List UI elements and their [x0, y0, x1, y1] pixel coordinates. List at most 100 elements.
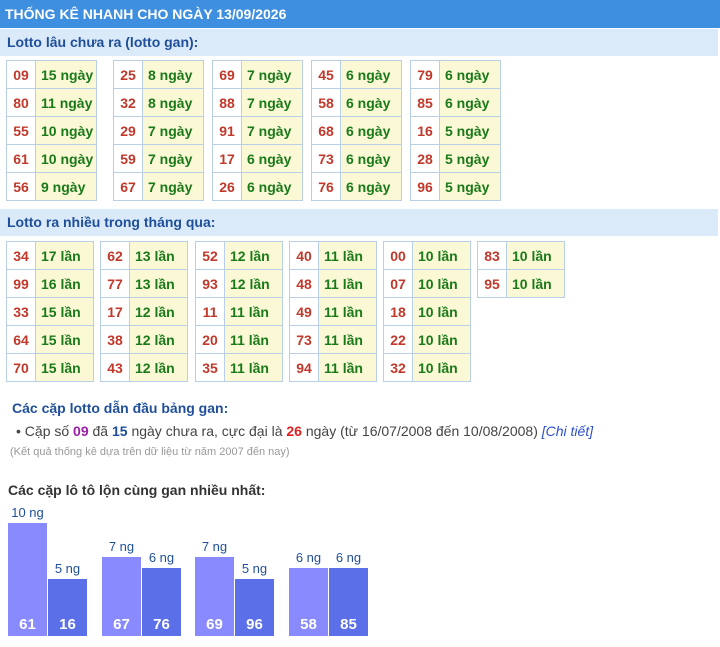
table-row: 32 10 lần	[383, 353, 471, 382]
lotto-count: 6 ngày	[340, 116, 402, 145]
detail-link[interactable]: [Chi tiết]	[542, 423, 593, 439]
table-row: 22 10 lần	[383, 325, 471, 354]
lotto-number: 52	[195, 241, 225, 270]
lotto-number: 77	[100, 269, 130, 298]
lotto-count: 11 lần	[318, 241, 377, 270]
table-row: 29 7 ngày	[113, 116, 204, 145]
lotto-count: 5 ngày	[439, 144, 501, 173]
bar-85: 85	[329, 568, 368, 636]
lotto-count: 10 ngày	[35, 144, 97, 173]
lotto-number: 68	[311, 116, 341, 145]
table-row: 45 6 ngày	[311, 60, 402, 89]
table-row: 18 10 lần	[383, 297, 471, 326]
table-row: 76 6 ngày	[311, 172, 402, 201]
lotto-number: 28	[410, 144, 440, 173]
lotto_gan-group-4: 45 6 ngày 58 6 ngày 68 6 ngày 73 6 ngày 76 6 ngày	[311, 60, 402, 201]
lotto-count: 10 lần	[506, 241, 565, 270]
table-row: 69 7 ngày	[212, 60, 303, 89]
table-row: 85 6 ngày	[410, 88, 501, 117]
lotto-number: 32	[113, 88, 143, 117]
table-row: 96 5 ngày	[410, 172, 501, 201]
table-row: 73 6 ngày	[311, 144, 402, 173]
bar-days-label: 7 ng	[108, 539, 135, 554]
section-lotto-gan-title: Lotto lâu chưa ra (lotto gan):	[0, 29, 718, 56]
lotto_gan-group-1: 09 15 ngày 80 11 ngày 55 10 ngày 61 10 ngày 56 9 …	[6, 60, 97, 201]
lotto-count: 10 lần	[506, 269, 565, 298]
table-row: 17 12 lần	[100, 297, 188, 326]
pair-number: 09	[73, 423, 89, 439]
table-row: 26 6 ngày	[212, 172, 303, 201]
table-row: 58 6 ngày	[311, 88, 402, 117]
lotto-count: 10 lần	[412, 269, 471, 298]
lotto-count: 12 lần	[224, 241, 283, 270]
table-row: 11 11 lần	[195, 297, 283, 326]
pairs-title: Các cặp lotto dẫn đầu bảng gan:	[12, 400, 229, 416]
lotto-count: 8 ngày	[142, 60, 204, 89]
lotto-number: 33	[6, 297, 36, 326]
lotto-count: 11 lần	[318, 269, 377, 298]
page-title: THỐNG KÊ NHANH CHO NGÀY 13/09/2026	[0, 0, 720, 28]
table-row: 48 11 lần	[289, 269, 377, 298]
lotto-count: 13 lần	[129, 241, 188, 270]
lotto-number: 32	[383, 353, 413, 382]
lotto_nhieu-group-2: 62 13 lần 77 13 lần 17 12 lần 38 12 lần 43 12 lần	[100, 241, 188, 382]
lotto-count: 6 ngày	[439, 88, 501, 117]
table-row: 07 10 lần	[383, 269, 471, 298]
bar-number-label: 76	[153, 616, 170, 633]
lotto-number: 73	[311, 144, 341, 173]
table-row: 59 7 ngày	[113, 144, 204, 173]
lotto-number: 00	[383, 241, 413, 270]
lotto-number: 38	[100, 325, 130, 354]
bar-96: 96	[235, 579, 274, 636]
lotto_gan-group-5: 79 6 ngày 85 6 ngày 16 5 ngày 28 5 ngày 96 5 ngày	[410, 60, 501, 201]
table-row: 61 10 ngày	[6, 144, 97, 173]
lon-section-title: Các cặp lô tô lộn cùng gan nhiều nhất:	[8, 482, 266, 498]
lotto_nhieu-group-3: 52 12 lần 93 12 lần 11 11 lần 20 11 lần 35 11 lần	[195, 241, 283, 382]
bar-69: 69	[195, 557, 234, 636]
table-row: 64 15 lần	[6, 325, 94, 354]
lotto-number: 43	[100, 353, 130, 382]
table-row: 94 11 lần	[289, 353, 377, 382]
lotto-number: 55	[6, 116, 36, 145]
lotto-number: 17	[212, 144, 242, 173]
bar-number-label: 61	[19, 616, 36, 633]
bar-58: 58	[289, 568, 328, 636]
lotto-count: 7 ngày	[142, 144, 204, 173]
table-row: 55 10 ngày	[6, 116, 97, 145]
table-row: 40 11 lần	[289, 241, 377, 270]
lotto-count: 10 lần	[412, 241, 471, 270]
lotto-count: 7 ngày	[142, 172, 204, 201]
lotto-number: 94	[289, 353, 319, 382]
table-row: 95 10 lần	[477, 269, 565, 298]
lotto-count: 6 ngày	[241, 172, 303, 201]
table-row: 38 12 lần	[100, 325, 188, 354]
bar-days-label: 6 ng	[335, 550, 362, 565]
table-row: 32 8 ngày	[113, 88, 204, 117]
lotto_nhieu-group-4: 40 11 lần 48 11 lần 49 11 lần 73 11 lần 94 11 lần	[289, 241, 377, 382]
lotto-number: 91	[212, 116, 242, 145]
bar-days-label: 6 ng	[295, 550, 322, 565]
table-row: 99 16 lần	[6, 269, 94, 298]
bar-days-label: 5 ng	[241, 561, 268, 576]
lotto-count: 6 ngày	[241, 144, 303, 173]
lotto-number: 69	[212, 60, 242, 89]
lotto-count: 7 ngày	[241, 116, 303, 145]
table-row: 49 11 lần	[289, 297, 377, 326]
lotto-count: 10 lần	[412, 325, 471, 354]
lotto-count: 11 lần	[318, 353, 377, 382]
pair-text-1: Cặp số	[24, 423, 74, 439]
lotto-count: 7 ngày	[241, 88, 303, 117]
data-note: (Kết quả thống kê dựa trên dữ liệu từ nă…	[10, 446, 290, 458]
lotto-count: 15 lần	[35, 325, 94, 354]
table-row: 79 6 ngày	[410, 60, 501, 89]
table-row: 62 13 lần	[100, 241, 188, 270]
lotto-count: 16 lần	[35, 269, 94, 298]
table-row: 77 13 lần	[100, 269, 188, 298]
lotto_gan-group-2: 25 8 ngày 32 8 ngày 29 7 ngày 59 7 ngày 67 7 ngày	[113, 60, 204, 201]
table-row: 33 15 lần	[6, 297, 94, 326]
table-row: 16 5 ngày	[410, 116, 501, 145]
lotto-count: 11 lần	[318, 297, 377, 326]
lotto_gan-group-3: 69 7 ngày 88 7 ngày 91 7 ngày 17 6 ngày 26 6 ngày	[212, 60, 303, 201]
lotto-number: 34	[6, 241, 36, 270]
bar-16: 16	[48, 579, 87, 636]
